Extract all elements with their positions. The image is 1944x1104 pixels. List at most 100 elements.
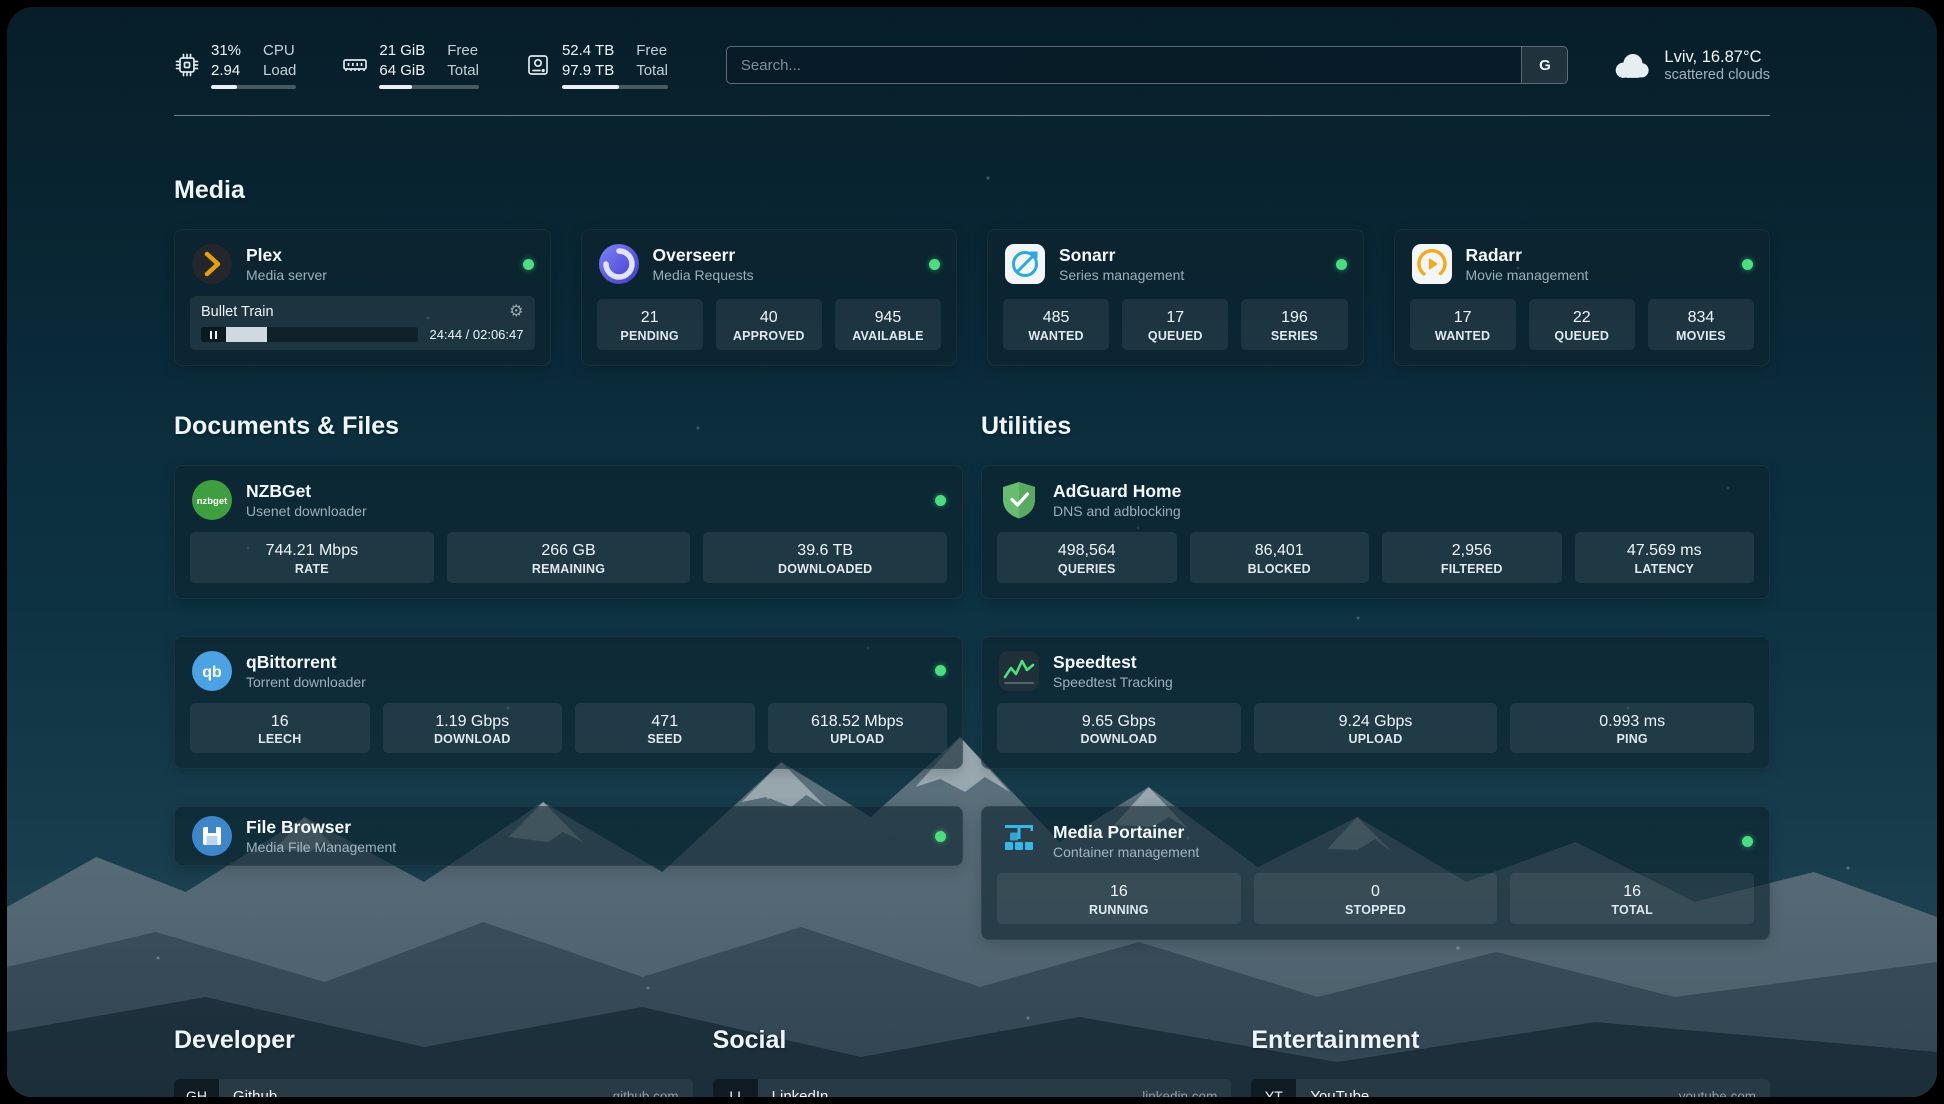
card-header: Radarr Movie management <box>1395 230 1770 296</box>
memory-widget: 21 GiB 64 GiB Free Total <box>342 41 479 89</box>
weather-location: Lviv, 16.87°C <box>1664 48 1770 67</box>
service-card-radarr[interactable]: Radarr Movie management 17 WANTED 22 QUE… <box>1394 229 1771 366</box>
stat-tile: 0.993 ms PING <box>1510 703 1754 754</box>
playback-time: 24:44 / 02:06:47 <box>430 327 524 342</box>
gear-icon[interactable]: ⚙ <box>509 304 523 320</box>
service-subtitle: Speedtest Tracking <box>1053 674 1173 690</box>
bookmark-domain: youtube.com <box>1679 1079 1770 1097</box>
service-name: Overseerr <box>653 245 754 267</box>
stat-tile: 834 MOVIES <box>1648 299 1754 350</box>
bookmark-abbr: GH <box>174 1079 219 1097</box>
service-card-qbittorrent[interactable]: qb qBittorrent Torrent downloader 16 <box>174 636 963 770</box>
service-stats: 744.21 Mbps RATE 266 GB REMAINING 39.6 T… <box>175 532 962 598</box>
memory-free-label: Free <box>447 41 479 61</box>
memory-progress-track <box>379 85 479 89</box>
memory-progress-fill <box>379 85 412 89</box>
service-card-adguard[interactable]: AdGuard Home DNS and adblocking 498,564 … <box>981 465 1770 599</box>
bookmark-youtube[interactable]: YT YouTube youtube.com <box>1251 1079 1770 1097</box>
section-title-social: Social <box>713 1026 1232 1055</box>
bookmark-domain: linkedin.com <box>1142 1079 1231 1097</box>
disk-total-value: 97.9 TB <box>562 61 614 81</box>
svg-text:qb: qb <box>202 664 222 681</box>
bookmark-group-entertainment: Entertainment YT YouTube youtube.com NF … <box>1251 1026 1770 1097</box>
bookmark-group-social: Social LI LinkedIn linkedin.com TW Twitt… <box>713 1026 1232 1097</box>
service-subtitle: Media Requests <box>653 267 754 283</box>
bookmark-name: Github <box>219 1079 277 1097</box>
card-header: Overseerr Media Requests <box>582 230 957 296</box>
stat-tile: 22 QUEUED <box>1529 299 1635 350</box>
stat-tile: 17 WANTED <box>1410 299 1516 350</box>
disk-icon <box>525 52 551 78</box>
svg-text:nzbget: nzbget <box>197 496 228 507</box>
section-utilities: Utilities <box>981 412 1770 940</box>
service-card-plex[interactable]: Plex Media server Bullet Train ⚙ <box>174 229 551 366</box>
service-name: NZBGet <box>246 481 367 503</box>
service-stats: 498,564 QUERIES 86,401 BLOCKED 2,956 FIL… <box>982 532 1769 598</box>
adguard-icon <box>998 479 1040 521</box>
stat-tile: 498,564 QUERIES <box>997 532 1177 583</box>
weather-condition: scattered clouds <box>1664 67 1770 83</box>
service-card-sonarr[interactable]: Sonarr Series management 485 WANTED 17 Q… <box>987 229 1364 366</box>
service-name: Media Portainer <box>1053 822 1199 844</box>
search-provider-button[interactable]: G <box>1521 47 1567 83</box>
card-header: Speedtest Speedtest Tracking <box>982 637 1769 703</box>
stat-tile: 16 TOTAL <box>1510 873 1754 924</box>
bookmark-linkedin[interactable]: LI LinkedIn linkedin.com <box>713 1079 1232 1097</box>
disk-free-value: 52.4 TB <box>562 41 614 61</box>
service-name: qBittorrent <box>246 652 366 674</box>
service-name: Plex <box>246 245 327 267</box>
disk-widget: 52.4 TB 97.9 TB Free Total <box>525 41 668 89</box>
now-playing-panel: Bullet Train ⚙ 24:44 / 02:06:47 <box>190 296 535 350</box>
bookmark-name: LinkedIn <box>758 1079 829 1097</box>
section-media: Media Plex Media server <box>174 176 1770 366</box>
stat-tile: 485 WANTED <box>1003 299 1109 350</box>
service-subtitle: Container management <box>1053 844 1199 860</box>
cpu-load-value: 2.94 <box>211 61 241 81</box>
sonarr-icon <box>1004 243 1046 285</box>
stat-tile: 40 APPROVED <box>716 299 822 350</box>
cpu-widget: 31% 2.94 CPU Load <box>174 41 296 89</box>
service-card-overseerr[interactable]: Overseerr Media Requests 21 PENDING 40 A… <box>581 229 958 366</box>
search-input[interactable] <box>727 47 1522 83</box>
status-dot <box>523 259 534 270</box>
stat-tile: 16 LEECH <box>190 703 370 754</box>
cloud-icon <box>1610 51 1652 80</box>
service-card-portainer[interactable]: Media Portainer Container management 16 … <box>981 806 1770 940</box>
disk-free-label: Free <box>636 41 668 61</box>
status-dot <box>935 831 946 842</box>
service-subtitle: Media File Management <box>246 839 396 855</box>
playback-progress-bar[interactable] <box>201 327 418 342</box>
stat-tile: 266 GB REMAINING <box>447 532 691 583</box>
cpu-usage-value: 31% <box>211 41 241 61</box>
stat-tile: 618.52 Mbps UPLOAD <box>768 703 948 754</box>
service-name: File Browser <box>246 817 396 839</box>
topbar: 31% 2.94 CPU Load <box>174 7 1770 89</box>
status-dot <box>1742 259 1753 270</box>
bookmark-domain: github.com <box>613 1079 693 1097</box>
topbar-divider <box>174 115 1770 116</box>
cpu-progress-track <box>211 85 296 89</box>
stat-tile: 744.21 Mbps RATE <box>190 532 434 583</box>
stat-tile: 9.24 Gbps UPLOAD <box>1254 703 1498 754</box>
stat-tile: 945 AVAILABLE <box>835 299 941 350</box>
service-card-filebrowser[interactable]: File Browser Media File Management <box>174 806 963 866</box>
card-header: Sonarr Series management <box>988 230 1363 296</box>
service-subtitle: Usenet downloader <box>246 503 367 519</box>
filebrowser-icon <box>191 815 233 857</box>
playback-progress-fill <box>226 327 267 342</box>
stat-tile: 196 SERIES <box>1241 299 1347 350</box>
service-card-nzbget[interactable]: nzbget NZBGet Usenet downloader 744.21 M… <box>174 465 963 599</box>
qbittorrent-icon: qb <box>191 650 233 692</box>
service-subtitle: DNS and adblocking <box>1053 503 1181 519</box>
pause-icon[interactable] <box>201 327 226 342</box>
status-dot <box>935 665 946 676</box>
service-card-speedtest[interactable]: Speedtest Speedtest Tracking 9.65 Gbps D… <box>981 636 1770 770</box>
bookmark-github[interactable]: GH Github github.com <box>174 1079 693 1097</box>
memory-icon <box>342 52 368 78</box>
service-stats: 21 PENDING 40 APPROVED 945 AVAILABLE <box>582 299 957 365</box>
disk-progress-fill <box>562 85 619 89</box>
card-header: Media Portainer Container management <box>982 807 1769 873</box>
stat-tile: 0 STOPPED <box>1254 873 1498 924</box>
memory-free-value: 21 GiB <box>379 41 425 61</box>
bookmark-abbr: LI <box>713 1079 758 1097</box>
